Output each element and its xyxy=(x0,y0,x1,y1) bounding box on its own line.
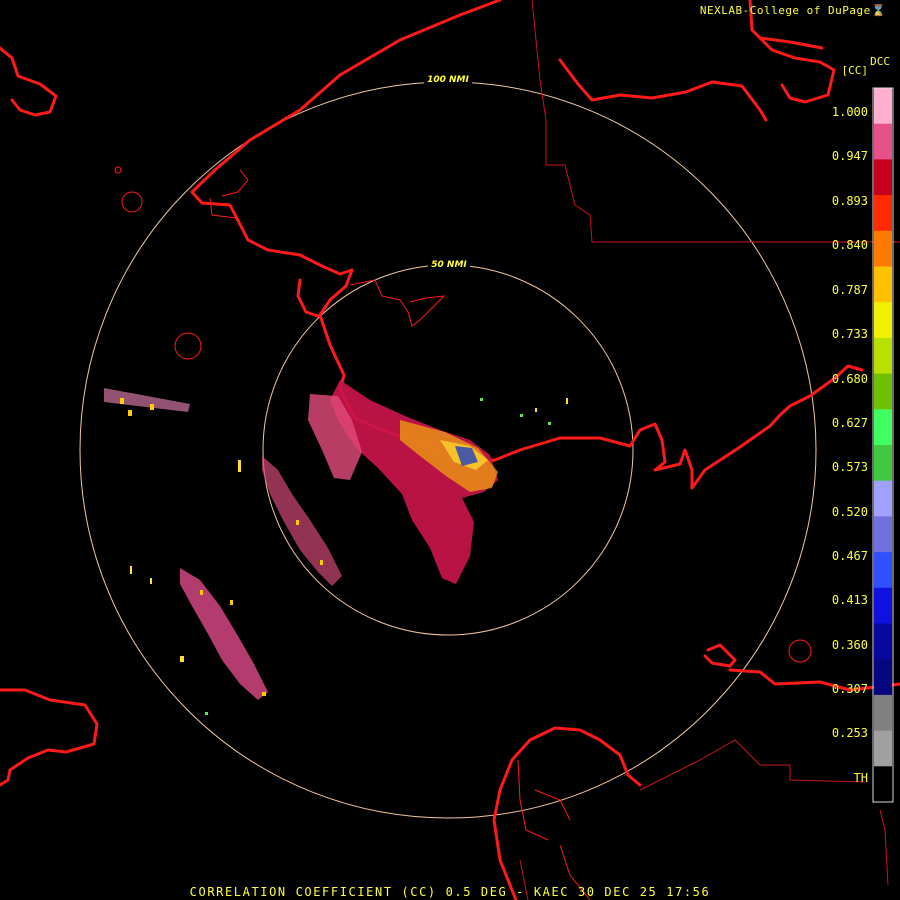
colorbar-segment xyxy=(874,659,892,696)
colorbar-segment xyxy=(874,230,892,268)
legend-tick: 0.467 xyxy=(831,549,868,563)
colorbar-segment xyxy=(874,88,892,125)
colorbar-segment xyxy=(874,373,892,410)
legend-tick: 0.733 xyxy=(831,327,868,341)
colorbar-segment xyxy=(874,123,892,160)
ring-label-50nmi: 50 NMI xyxy=(431,260,467,270)
colorbar-segment xyxy=(874,445,892,482)
legend-tick: 0.307 xyxy=(831,682,868,696)
brand-label: NEXLAB-College of DuPage xyxy=(699,4,871,17)
legend-tick: TH xyxy=(853,771,868,785)
colorbar-segment xyxy=(874,623,892,660)
political-borders xyxy=(519,0,900,900)
colorbar-segment xyxy=(874,195,892,232)
colorbar-segment xyxy=(874,266,892,303)
legend-tick: 0.627 xyxy=(831,416,868,430)
legend-tick: 1.000 xyxy=(831,105,868,119)
legend-tick: 0.520 xyxy=(831,505,868,519)
legend-tick: 0.413 xyxy=(831,593,868,607)
colorbar-segment xyxy=(874,337,892,375)
colorbar-segment xyxy=(874,766,892,803)
legend-tick: 0.840 xyxy=(831,238,868,252)
ring-label-100nmi: 100 NMI xyxy=(427,75,469,85)
colorbar-segment xyxy=(874,730,892,767)
legend-product-code: DCC xyxy=(870,55,890,68)
colorbar-segment xyxy=(874,159,892,196)
legend-unit: [CC] xyxy=(841,64,869,77)
legend-tick: 0.360 xyxy=(831,638,868,652)
colorbar xyxy=(872,87,894,803)
legend-tick: 0.253 xyxy=(831,726,868,740)
brand-header: NEXLAB-College of DuPage⌛ xyxy=(700,4,886,17)
legend-tick: 0.893 xyxy=(831,194,868,208)
radar-echoes xyxy=(104,380,568,715)
colorbar-segment xyxy=(874,694,892,732)
colorbar-segment xyxy=(874,480,892,517)
radar-map: 100 NMI 50 NMI xyxy=(0,0,900,900)
legend-tick: 0.573 xyxy=(831,460,868,474)
legend-tick: 0.947 xyxy=(831,149,868,163)
legend-tick: 0.680 xyxy=(831,372,868,386)
colorbar-segment xyxy=(874,516,892,553)
legend-tick: 0.787 xyxy=(831,283,868,297)
product-caption: CORRELATION COEFFICIENT (CC) 0.5 DEG - K… xyxy=(189,885,711,899)
colorbar-segment xyxy=(874,587,892,625)
colorbar-segment xyxy=(874,409,892,446)
colorbar-segment xyxy=(874,552,892,589)
flag-icon[interactable]: ⌛ xyxy=(872,4,886,17)
colorbar-segment xyxy=(874,302,892,339)
